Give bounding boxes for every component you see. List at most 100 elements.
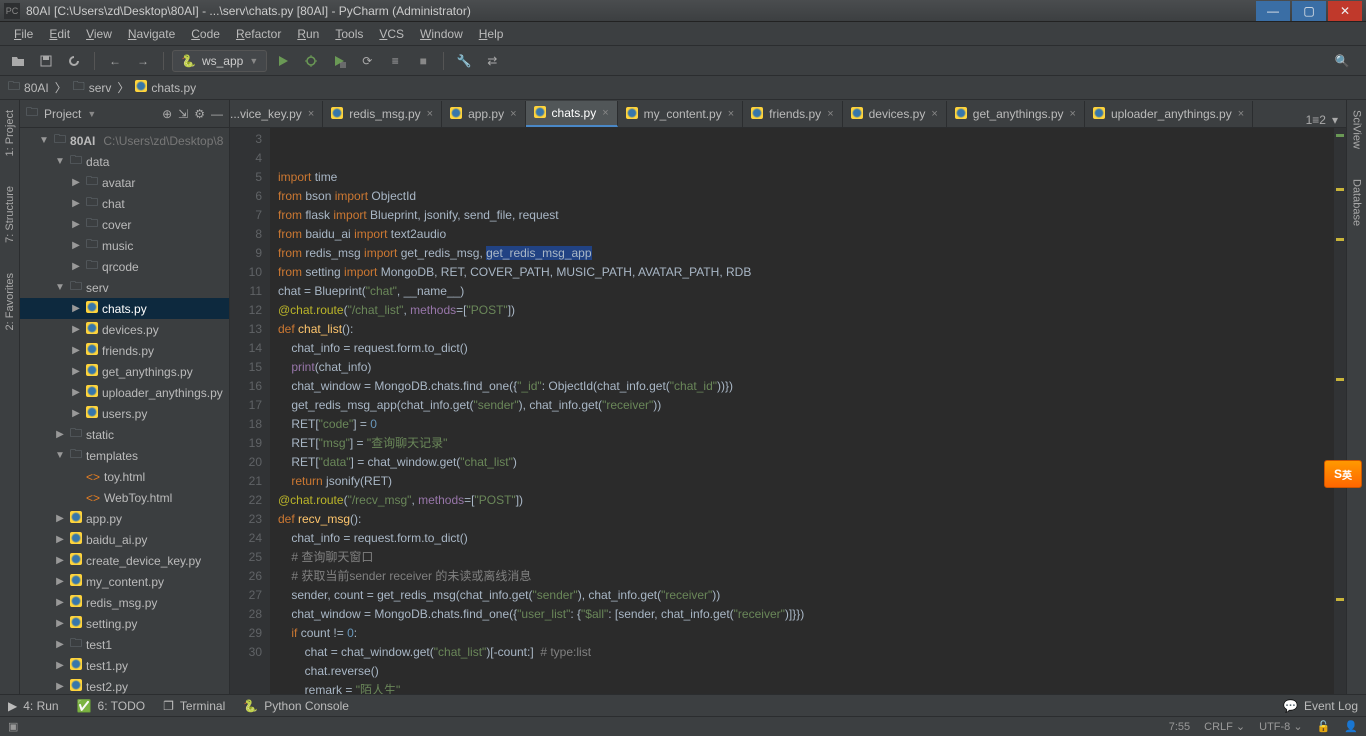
error-stripe[interactable] bbox=[1334, 128, 1346, 696]
code-line[interactable]: chat = Blueprint("chat", __name__) bbox=[278, 282, 1346, 301]
code-line[interactable]: def chat_list(): bbox=[278, 320, 1346, 339]
tree-twist-icon[interactable]: ▶ bbox=[54, 597, 66, 608]
tree-item[interactable]: <>WebToy.html bbox=[20, 487, 229, 508]
line-number[interactable]: 18 bbox=[230, 415, 262, 434]
gear-icon[interactable]: ⚙ bbox=[194, 107, 205, 121]
tab-close-icon[interactable]: × bbox=[931, 108, 937, 120]
tool-windows-icon[interactable]: ▣ bbox=[8, 720, 18, 733]
window-maximize-button[interactable]: ▢ bbox=[1292, 1, 1326, 21]
line-number[interactable]: 30 bbox=[230, 643, 262, 662]
save-icon[interactable] bbox=[34, 49, 58, 73]
right-tab-sciview[interactable]: SciView bbox=[1349, 104, 1365, 155]
menu-edit[interactable]: Edit bbox=[41, 25, 78, 43]
breadcrumb-item[interactable]: 🗀80AI bbox=[8, 77, 49, 98]
code-line[interactable]: @chat.route("/chat_list", methods=["POST… bbox=[278, 301, 1346, 320]
code-line[interactable]: RET["msg"] = "查询聊天记录" bbox=[278, 434, 1346, 453]
tree-item[interactable]: ▶🗀chat bbox=[20, 193, 229, 214]
tab-close-icon[interactable]: × bbox=[308, 108, 314, 120]
event-log-button[interactable]: 💬 Event Log bbox=[1283, 699, 1358, 713]
read-only-toggle[interactable]: 🔓 bbox=[1317, 720, 1331, 733]
stop-button[interactable]: ■ bbox=[411, 49, 435, 73]
attach-button[interactable]: ≡ bbox=[383, 49, 407, 73]
code-line[interactable]: return jsonify(RET) bbox=[278, 472, 1346, 491]
tree-item[interactable]: ▶friends.py bbox=[20, 340, 229, 361]
line-number[interactable]: 23 bbox=[230, 510, 262, 529]
code-line[interactable]: sender, count = get_redis_msg(chat_info.… bbox=[278, 586, 1346, 605]
bottom-tool-terminal[interactable]: ❐Terminal bbox=[163, 699, 225, 713]
line-number[interactable]: 4 bbox=[230, 149, 262, 168]
code-line[interactable]: RET["code"] = 0 bbox=[278, 415, 1346, 434]
breadcrumb-item[interactable]: chats.py bbox=[135, 80, 196, 95]
code-line[interactable]: chat.reverse() bbox=[278, 662, 1346, 681]
tree-item[interactable]: ▶get_anythings.py bbox=[20, 361, 229, 382]
tree-twist-icon[interactable]: ▶ bbox=[70, 324, 82, 335]
line-number[interactable]: 13 bbox=[230, 320, 262, 339]
tree-twist-icon[interactable]: ▶ bbox=[54, 576, 66, 587]
right-tab-database[interactable]: Database bbox=[1349, 173, 1365, 232]
window-close-button[interactable]: ✕ bbox=[1328, 1, 1362, 21]
project-panel-header[interactable]: 🗀 Project ▼ ⊕ ⇲ ⚙ — bbox=[20, 100, 229, 128]
editor-tab[interactable]: my_content.py× bbox=[618, 101, 743, 127]
code-line[interactable]: chat_info = request.form.to_dict() bbox=[278, 529, 1346, 548]
line-number[interactable]: 12 bbox=[230, 301, 262, 320]
tree-item[interactable]: ▶🗀qrcode bbox=[20, 256, 229, 277]
line-separator[interactable]: CRLF ⌄ bbox=[1204, 720, 1245, 733]
tree-twist-icon[interactable]: ▶ bbox=[54, 618, 66, 629]
run-button[interactable] bbox=[271, 49, 295, 73]
target-icon[interactable]: ⊕ bbox=[162, 107, 172, 121]
line-number[interactable]: 22 bbox=[230, 491, 262, 510]
code-line[interactable]: RET["data"] = chat_window.get("chat_list… bbox=[278, 453, 1346, 472]
line-number[interactable]: 6 bbox=[230, 187, 262, 206]
tree-twist-icon[interactable]: ▶ bbox=[70, 303, 82, 314]
tree-item[interactable]: ▶🗀static bbox=[20, 424, 229, 445]
inspection-indicator[interactable]: 👤 bbox=[1344, 720, 1358, 733]
tree-item[interactable]: ▶uploader_anythings.py bbox=[20, 382, 229, 403]
ime-indicator[interactable]: S 英 bbox=[1324, 460, 1362, 488]
bottom-tool-pythonconsole[interactable]: 🐍Python Console bbox=[243, 699, 349, 713]
tree-item[interactable]: ▶redis_msg.py bbox=[20, 592, 229, 613]
editor-tab[interactable]: friends.py× bbox=[743, 101, 842, 127]
tree-item[interactable]: ▶users.py bbox=[20, 403, 229, 424]
tab-close-icon[interactable]: × bbox=[728, 108, 734, 120]
tab-close-icon[interactable]: × bbox=[427, 108, 433, 120]
editor-tab[interactable]: get_anythings.py× bbox=[947, 101, 1085, 127]
bottom-tool-run[interactable]: ▶4: Run bbox=[8, 699, 59, 713]
tree-item[interactable]: ▶🗀test1 bbox=[20, 634, 229, 655]
menu-navigate[interactable]: Navigate bbox=[120, 25, 183, 43]
line-number[interactable]: 14 bbox=[230, 339, 262, 358]
code-line[interactable]: chat = chat_window.get("chat_list")[-cou… bbox=[278, 643, 1346, 662]
code-line[interactable]: if count != 0: bbox=[278, 624, 1346, 643]
tab-close-icon[interactable]: × bbox=[1238, 108, 1244, 120]
line-number[interactable]: 10 bbox=[230, 263, 262, 282]
code-line[interactable]: # 查询聊天窗口 bbox=[278, 548, 1346, 567]
tree-twist-icon[interactable]: ▶ bbox=[70, 261, 82, 272]
forward-arrow-icon[interactable]: → bbox=[131, 49, 155, 73]
menu-code[interactable]: Code bbox=[183, 25, 228, 43]
tree-twist-icon[interactable]: ▶ bbox=[70, 219, 82, 230]
tree-item[interactable]: ▶chats.py bbox=[20, 298, 229, 319]
line-number[interactable]: 21 bbox=[230, 472, 262, 491]
editor-tab[interactable]: app.py× bbox=[442, 101, 525, 127]
tree-item[interactable]: ▶create_device_key.py bbox=[20, 550, 229, 571]
line-number[interactable]: 25 bbox=[230, 548, 262, 567]
line-number[interactable]: 15 bbox=[230, 358, 262, 377]
tree-twist-icon[interactable]: ▶ bbox=[70, 408, 82, 419]
code-line[interactable]: chat_info = request.form.to_dict() bbox=[278, 339, 1346, 358]
project-tree[interactable]: ▼ 🗀 80AI C:\Users\zd\Desktop\8 ▼🗀data▶🗀a… bbox=[20, 128, 229, 696]
line-number[interactable]: 20 bbox=[230, 453, 262, 472]
tab-close-icon[interactable]: × bbox=[1070, 108, 1076, 120]
code-line[interactable]: @chat.route("/recv_msg", methods=["POST"… bbox=[278, 491, 1346, 510]
tree-item[interactable]: ▶setting.py bbox=[20, 613, 229, 634]
tree-item[interactable]: ▶devices.py bbox=[20, 319, 229, 340]
tab-close-icon[interactable]: × bbox=[602, 107, 608, 119]
file-encoding[interactable]: UTF-8 ⌄ bbox=[1259, 720, 1302, 733]
bottom-tool-todo[interactable]: ✅6: TODO bbox=[77, 699, 146, 713]
menu-tools[interactable]: Tools bbox=[327, 25, 371, 43]
code-line[interactable]: from redis_msg import get_redis_msg, get… bbox=[278, 244, 1346, 263]
code-line[interactable]: from flask import Blueprint, jsonify, se… bbox=[278, 206, 1346, 225]
tabs-overflow-indicator[interactable]: 1≡2 bbox=[1306, 113, 1326, 127]
editor-tab[interactable]: ...vice_key.py× bbox=[230, 101, 323, 127]
search-everywhere-button[interactable]: 🔍 bbox=[1330, 54, 1354, 68]
vcs-icon[interactable]: ⇄ bbox=[480, 49, 504, 73]
line-number[interactable]: 11 bbox=[230, 282, 262, 301]
